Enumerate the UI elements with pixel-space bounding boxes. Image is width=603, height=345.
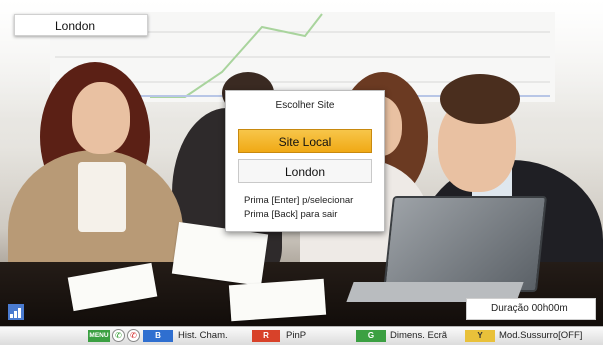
hint-select: Prima [Enter] p/selecionar [244,195,354,206]
call-duration: Duração 00h00m [466,298,596,320]
green-key[interactable]: G [356,330,386,342]
person-1-shirt [78,162,126,232]
signal-icon [8,304,24,320]
dialog-title: Escolher Site [275,100,335,111]
call-icon[interactable]: ✆ [112,329,125,342]
menu-key[interactable]: MENU [88,330,110,342]
key-hint-bar: MENU ✆ ✆ B Hist. Cham. R PinP G Dimens. … [0,326,603,345]
laptop-screen [382,196,548,292]
call-history-label: Hist. Cham. [178,330,228,341]
person-4-hair [440,74,520,124]
whisper-mode-label: Mod.Sussurro[OFF] [499,330,583,341]
site-option-london[interactable]: London [238,159,372,183]
choose-site-dialog: Escolher Site Site Local London Prima [E… [225,90,385,232]
blue-key[interactable]: B [143,330,173,342]
red-key[interactable]: R [252,330,280,342]
screen-size-label: Dimens. Ecrã [390,330,448,341]
yellow-key[interactable]: Y [465,330,495,342]
hint-back: Prima [Back] para sair [244,209,338,220]
paper-sheet [228,278,327,322]
pinp-label: PinP [286,330,307,341]
person-1-face [72,82,130,154]
hang-up-icon[interactable]: ✆ [127,329,140,342]
location-label: London [14,14,148,36]
site-option-local[interactable]: Site Local [238,129,372,153]
